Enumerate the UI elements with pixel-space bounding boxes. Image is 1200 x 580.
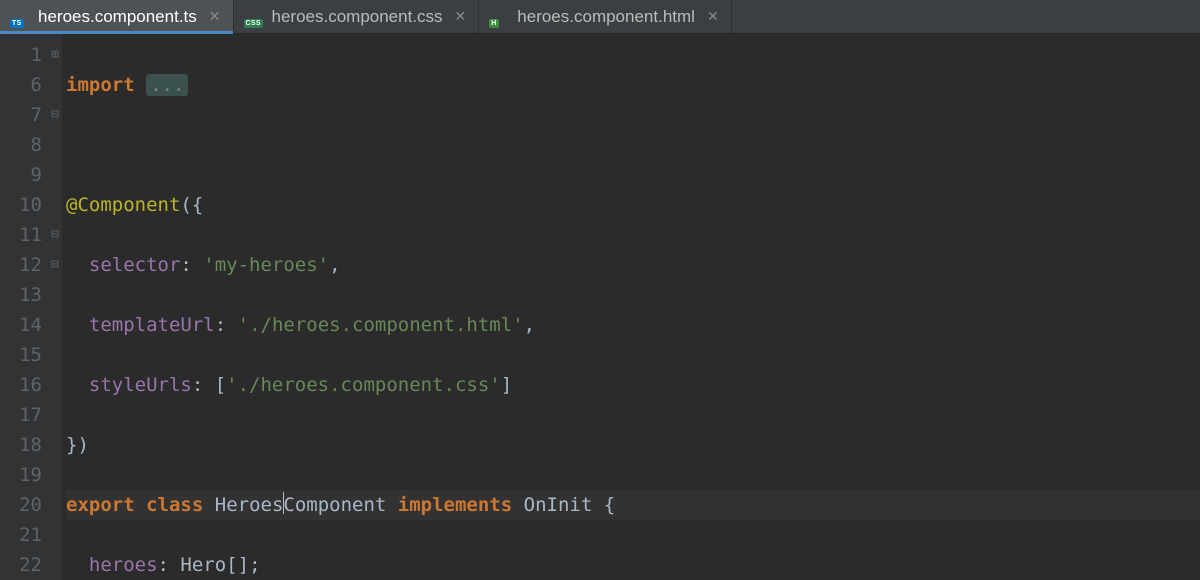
fold-collapse-icon[interactable]: ⊟ [48, 220, 62, 250]
code-line[interactable]: heroes: Hero[]; [66, 550, 1200, 580]
code-line-current[interactable]: export class HeroesComponent implements … [66, 490, 1200, 520]
line-number: 13 [0, 280, 42, 310]
line-number: 9 [0, 160, 42, 190]
code-line[interactable]: templateUrl: './heroes.component.html', [66, 310, 1200, 340]
fold-collapse-icon[interactable]: ⊟ [48, 100, 62, 130]
line-number: 12 [0, 250, 42, 280]
line-number: 20 [0, 490, 42, 520]
fold-expand-icon[interactable]: ⊞ [48, 40, 62, 70]
typescript-file-icon: TS [12, 8, 30, 26]
folded-region[interactable]: ... [146, 74, 188, 96]
line-number: 14 [0, 310, 42, 340]
css-file-icon: CSS [246, 8, 264, 26]
line-number: 19 [0, 460, 42, 490]
close-icon[interactable]: ✕ [455, 8, 467, 25]
line-number: 17 [0, 400, 42, 430]
code-line[interactable] [66, 130, 1200, 160]
line-number: 7 [0, 100, 42, 130]
line-number: 8 [0, 130, 42, 160]
tab-label: heroes.component.css [272, 7, 443, 27]
tab-heroes-css[interactable]: CSS heroes.component.css ✕ [234, 0, 480, 33]
line-number-gutter[interactable]: 1 6 7 8 9 10 11 12 13 14 15 16 17 18 19 … [0, 34, 48, 580]
code-area[interactable]: import ... @Component({ selector: 'my-he… [62, 34, 1200, 580]
line-number: 18 [0, 430, 42, 460]
line-number: 16 [0, 370, 42, 400]
html-file-icon: H [491, 8, 509, 26]
code-line[interactable]: @Component({ [66, 190, 1200, 220]
line-number: 10 [0, 190, 42, 220]
close-icon[interactable]: ✕ [209, 8, 221, 25]
tab-heroes-html[interactable]: H heroes.component.html ✕ [479, 0, 731, 33]
line-number: 1 [0, 40, 42, 70]
close-icon[interactable]: ✕ [707, 8, 719, 25]
code-line[interactable]: import ... [66, 70, 1200, 100]
editor: 1 6 7 8 9 10 11 12 13 14 15 16 17 18 19 … [0, 34, 1200, 580]
code-line[interactable]: styleUrls: ['./heroes.component.css'] [66, 370, 1200, 400]
tab-heroes-ts[interactable]: TS heroes.component.ts ✕ [0, 0, 234, 33]
code-line[interactable]: }) [66, 430, 1200, 460]
line-number: 11 [0, 220, 42, 250]
line-number: 22 [0, 550, 42, 580]
fold-collapse-icon[interactable]: ⊟ [48, 250, 62, 280]
code-line[interactable]: selector: 'my-heroes', [66, 250, 1200, 280]
tab-bar: TS heroes.component.ts ✕ CSS heroes.comp… [0, 0, 1200, 34]
line-number: 6 [0, 70, 42, 100]
fold-gutter[interactable]: ⊞ ⊟ ⊟ ⊟ [48, 34, 62, 580]
tab-label: heroes.component.ts [38, 7, 197, 27]
line-number: 21 [0, 520, 42, 550]
tab-label: heroes.component.html [517, 7, 695, 27]
line-number: 15 [0, 340, 42, 370]
